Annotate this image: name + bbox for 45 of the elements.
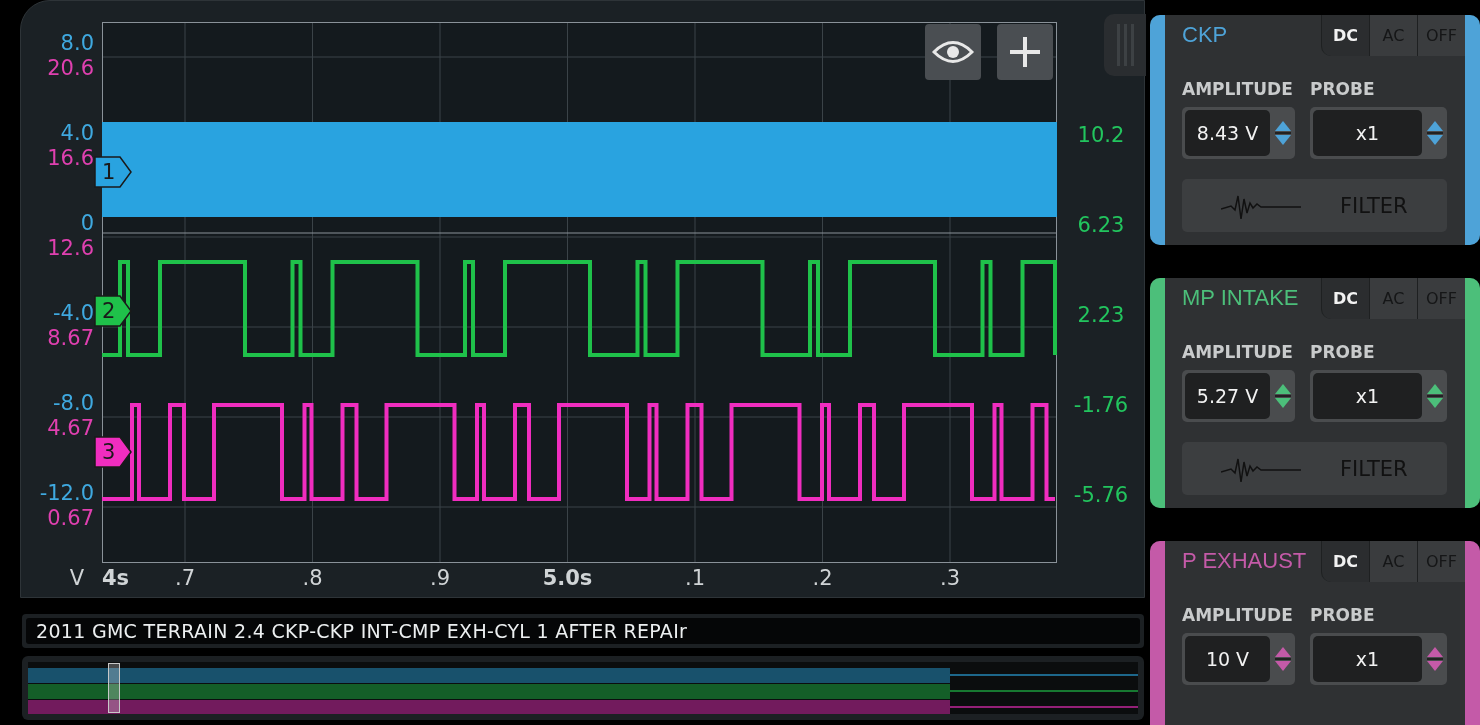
axis-label: 10.2 — [1077, 122, 1125, 149]
coupling-tab[interactable]: DC — [1321, 278, 1369, 319]
axis-label: 8.67 — [47, 326, 94, 351]
probe-value[interactable]: x1 — [1313, 373, 1422, 419]
unit-label: V — [69, 565, 84, 592]
axis-label: 4.67 — [47, 416, 94, 441]
amplitude-value[interactable]: 8.43 V — [1185, 110, 1270, 156]
axis-label: 4.0 — [60, 121, 94, 146]
probe-value[interactable]: x1 — [1313, 110, 1422, 156]
axis-label: 0 — [80, 211, 94, 236]
channel-title: CKP — [1181, 21, 1228, 49]
recording-title[interactable]: 2011 GMC TERRAIN 2.4 CKP-CKP INT-CMP EXH-CYL 1 AFTER REPAIr — [26, 618, 1140, 644]
time-label: .9 — [428, 565, 451, 592]
field-label: AMPLITUDE — [1182, 79, 1294, 99]
field-label: PROBE — [1310, 342, 1375, 362]
time-label: .7 — [173, 565, 196, 592]
axis-label: 2.23 — [1077, 302, 1125, 329]
axis-label: -1.76 — [1073, 392, 1129, 419]
probe-value[interactable]: x1 — [1313, 636, 1422, 682]
axis-label: -8.0 — [53, 391, 94, 416]
coupling-tab[interactable]: DC — [1321, 15, 1369, 56]
time-label: .3 — [938, 565, 961, 592]
axis-label: 16.6 — [47, 146, 94, 171]
time-label: .2 — [811, 565, 834, 592]
field-label: AMPLITUDE — [1182, 605, 1294, 625]
axis-label: -5.76 — [1073, 482, 1129, 509]
axis-label: -4.0 — [53, 301, 94, 326]
channel-title: P EXHAUST — [1181, 547, 1307, 575]
amplitude-value[interactable]: 10 V — [1185, 636, 1270, 682]
time-label: .8 — [301, 565, 324, 592]
coupling-tab[interactable]: DC — [1321, 541, 1369, 582]
field-label: AMPLITUDE — [1182, 342, 1294, 362]
field-label: PROBE — [1310, 79, 1375, 99]
time-label: .1 — [683, 565, 706, 592]
channel-title: MP INTAKE — [1181, 284, 1299, 312]
field-label: PROBE — [1310, 605, 1375, 625]
axis-label: -12.0 — [39, 481, 94, 506]
axis-label: 20.6 — [47, 56, 94, 81]
time-label: 5.0s — [541, 565, 594, 592]
axis-label: 6.23 — [1077, 212, 1125, 239]
axis-label: 12.6 — [47, 236, 94, 261]
axis-label: 0.67 — [47, 506, 94, 531]
time-label: 4s — [102, 565, 131, 592]
axis-label: 8.0 — [60, 31, 94, 56]
amplitude-value[interactable]: 5.27 V — [1185, 373, 1270, 419]
